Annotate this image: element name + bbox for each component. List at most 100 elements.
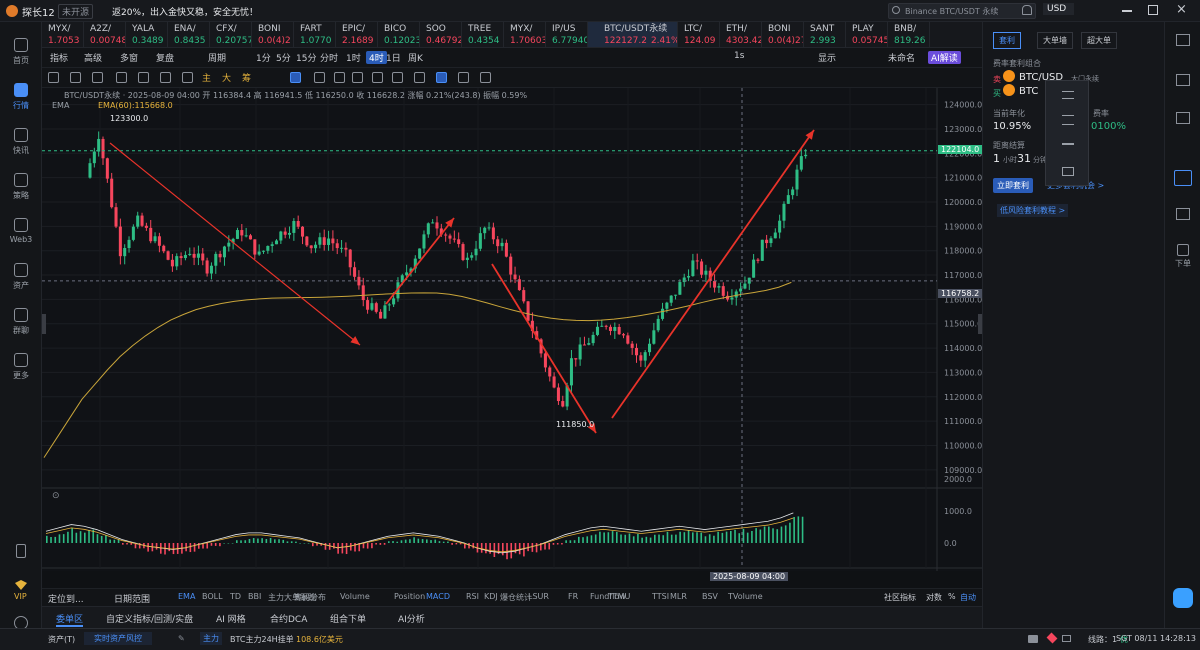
pen-icon[interactable] <box>160 72 171 83</box>
vip-icon[interactable] <box>15 580 27 590</box>
nav-item-4[interactable]: Web3 <box>0 218 42 244</box>
notice-text[interactable]: 返20%，出入金快又稳，安全无忧！ <box>112 5 258 18</box>
keyboard-icon[interactable] <box>1028 635 1038 643</box>
risk-control-tab[interactable]: 实时资产风控 <box>84 632 152 645</box>
table-layout-icon[interactable] <box>1062 115 1074 125</box>
interval-2[interactable]: 15分 <box>296 51 316 64</box>
ticker-tab[interactable]: BNB/819.26 <box>888 22 930 47</box>
link-icon[interactable] <box>334 72 345 83</box>
interval-4[interactable]: 1时 <box>346 51 361 64</box>
select-icon[interactable] <box>290 72 301 83</box>
minimize-icon[interactable] <box>1122 10 1132 12</box>
maximize-icon[interactable] <box>1148 5 1158 15</box>
nav-item-5[interactable]: 资产 <box>0 263 42 291</box>
bottom-tab-4[interactable]: 组合下单 <box>330 612 366 625</box>
bottom-tab-0[interactable]: 委单区 <box>56 612 84 627</box>
multi-window-button[interactable]: 多窗 <box>120 51 138 64</box>
list-layout-icon[interactable] <box>1062 91 1074 99</box>
eye-icon[interactable] <box>436 72 447 83</box>
download-icon[interactable] <box>1177 244 1189 256</box>
tutorial-link[interactable]: 低风险套利教程 > <box>997 204 1069 217</box>
ticker-tab[interactable]: PLAY 0.05745 <box>846 22 888 47</box>
text-icon[interactable] <box>372 72 383 83</box>
measure-icon[interactable] <box>182 72 193 83</box>
period-label[interactable]: 周期 <box>208 51 226 64</box>
log-scale[interactable]: 对数 <box>926 592 942 603</box>
ticker-tab[interactable]: CFX/0.20757 <box>210 22 252 47</box>
nav-item-3[interactable]: 策略 <box>0 173 42 201</box>
edit-icon[interactable]: ✎ <box>178 634 185 643</box>
bell-icon[interactable] <box>1022 5 1032 15</box>
ticker-tab[interactable]: EPIC/2.1689 <box>336 22 378 47</box>
indicator-button[interactable]: 指标 <box>50 51 68 64</box>
currency-select[interactable]: USD <box>1043 3 1075 15</box>
bucket-icon[interactable] <box>458 72 469 83</box>
interval-6[interactable]: 1日 <box>386 51 401 64</box>
ticker-tab[interactable]: SOO 0.46792 <box>420 22 462 47</box>
interval-7[interactable]: 周K <box>408 51 423 64</box>
line-icon[interactable] <box>70 72 81 83</box>
bottom-tab-5[interactable]: AI分析 <box>398 612 425 625</box>
indicator-9[interactable]: RSI <box>466 592 479 601</box>
bottom-tab-2[interactable]: AI 网格 <box>216 612 246 625</box>
split-layout-icon[interactable] <box>1062 143 1074 145</box>
nav-item-2[interactable]: 快讯 <box>0 128 42 156</box>
bottom-tab-1[interactable]: 自定义指标/回测/实盘 <box>106 612 193 625</box>
ticker-tab[interactable]: MYX/1.7053 <box>42 22 84 47</box>
ticker-tab[interactable]: ETH/4303.42 <box>720 22 762 47</box>
asset-label[interactable]: 资产(T) <box>48 634 75 645</box>
replay-button[interactable]: 复盘 <box>156 51 174 64</box>
indicator-12[interactable]: LSUR <box>528 592 549 601</box>
ticker-tab[interactable]: MYX/1.70603 <box>504 22 546 47</box>
nav-item-1[interactable]: 行情 <box>0 83 42 111</box>
sidebar-icon-3[interactable] <box>1176 112 1190 124</box>
ray-icon[interactable] <box>116 72 127 83</box>
sidebar-icon-1[interactable] <box>1176 34 1190 46</box>
nav-item-7[interactable]: 更多 <box>0 353 42 381</box>
bottom-tab-3[interactable]: 合约DCA <box>270 612 307 625</box>
trash-icon[interactable] <box>480 72 491 83</box>
brush-icon[interactable] <box>314 72 325 83</box>
ticker-tab[interactable]: BONI 0.0(4)2 <box>252 22 294 47</box>
ticker-tab[interactable]: TREE 0.4354 <box>462 22 504 47</box>
indicator-18[interactable]: BSV <box>702 592 718 601</box>
phone-icon[interactable] <box>16 544 26 558</box>
indicator-15[interactable]: TTMU <box>608 592 630 601</box>
indicator-6[interactable]: Volume <box>340 592 370 601</box>
ticker-tab[interactable]: IP/US 6.77940 <box>546 22 588 47</box>
ticker-tab[interactable]: BICO 0.12023 <box>378 22 420 47</box>
lock-icon[interactable] <box>392 72 403 83</box>
indicator-10[interactable]: KDJ <box>484 592 498 601</box>
left-scroll-handle[interactable] <box>42 314 46 334</box>
ticker-tab[interactable]: SANT 2.993 <box>804 22 846 47</box>
overlay-label-2[interactable]: 筹 <box>242 71 251 84</box>
indicator-8[interactable]: MACD <box>426 592 450 601</box>
indicator-17[interactable]: MLR <box>670 592 687 601</box>
ticker-tab[interactable]: A2Z/0.00748 <box>84 22 126 47</box>
arbitrage-button[interactable]: 立即套利 <box>993 178 1033 193</box>
indicator-3[interactable]: BBI <box>248 592 261 601</box>
search-input[interactable]: Binance BTC/USDT 永续 <box>888 3 1036 19</box>
layout-popup[interactable] <box>1045 80 1089 186</box>
date-range-button[interactable]: 日期范围 <box>114 592 150 605</box>
percent-scale[interactable]: % <box>948 592 956 601</box>
crosshair-icon[interactable] <box>48 72 59 83</box>
auto-scale[interactable]: 自动 <box>960 592 976 603</box>
sidebar-icon-2[interactable] <box>1176 74 1190 86</box>
nav-item-0[interactable]: 首页 <box>0 38 42 66</box>
magnet-icon[interactable] <box>414 72 425 83</box>
chart-panel-icon[interactable] <box>1174 170 1192 186</box>
gem-icon[interactable] <box>1046 632 1058 644</box>
speed-button[interactable]: 1s <box>734 51 744 61</box>
interval-5[interactable]: 4时 <box>366 51 387 64</box>
chart-icon[interactable] <box>352 72 363 83</box>
download-label[interactable]: 下单 <box>1175 258 1191 269</box>
line-label[interactable]: 线路：1 <box>1088 634 1117 645</box>
indicator-2[interactable]: TD <box>230 592 241 601</box>
advanced-button[interactable]: 高级 <box>84 51 102 64</box>
display-button[interactable]: 显示 <box>818 51 836 64</box>
layout-name[interactable]: 未命名 <box>888 51 915 64</box>
interval-3[interactable]: 分时 <box>320 51 338 64</box>
sidebar-icon-5[interactable] <box>1176 208 1190 220</box>
panel-tab-2[interactable]: 超大单 <box>1081 32 1117 49</box>
